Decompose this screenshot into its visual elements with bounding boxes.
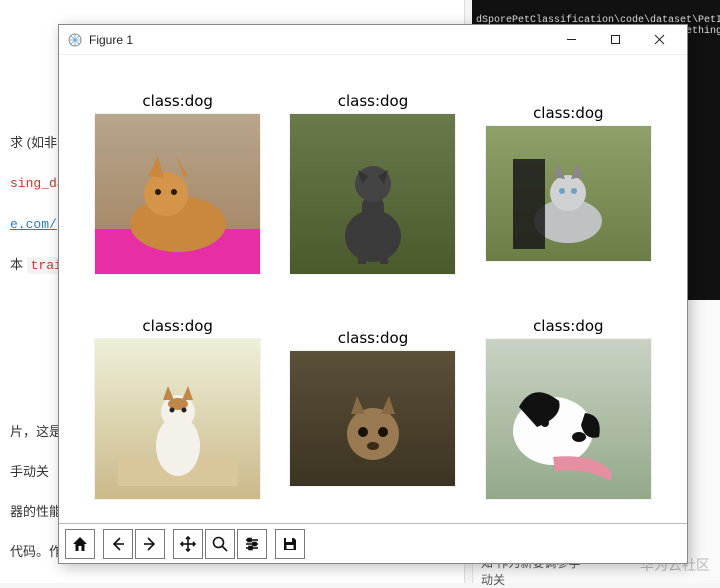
figure-canvas: class:dog class:dog class:dog class:dog xyxy=(59,55,687,523)
home-button[interactable] xyxy=(65,529,95,559)
subplot-image xyxy=(486,339,651,499)
titlebar[interactable]: Figure 1 xyxy=(59,25,687,55)
minimize-button[interactable] xyxy=(549,25,593,55)
subplot-title: class:dog xyxy=(142,92,213,110)
configure-subplots-button[interactable] xyxy=(237,529,267,559)
bg-text: 片，这是 xyxy=(10,424,62,439)
subplot-title: class:dog xyxy=(338,329,409,347)
bg-text: 手动关 xyxy=(10,464,49,479)
maximize-button[interactable] xyxy=(593,25,637,55)
figure-window: Figure 1 class:dog class:dog xyxy=(58,24,688,564)
matplotlib-toolbar xyxy=(59,523,687,563)
subplot-1: class:dog xyxy=(89,92,266,274)
subplot-image xyxy=(95,339,260,499)
close-button[interactable] xyxy=(637,25,681,55)
subplot-6: class:dog xyxy=(480,317,657,499)
save-button[interactable] xyxy=(275,529,305,559)
subplot-image xyxy=(486,126,651,261)
subplot-title: class:dog xyxy=(533,104,604,122)
subplot-title: class:dog xyxy=(142,317,213,335)
forward-button[interactable] xyxy=(135,529,165,559)
subplot-4: class:dog xyxy=(89,317,266,499)
bg-token: sing_da xyxy=(10,176,65,191)
subplot-image xyxy=(95,114,260,274)
subplot-image xyxy=(290,114,455,274)
bg-text: 本 xyxy=(10,257,27,272)
app-icon xyxy=(67,32,83,48)
bg-link: e.com/ xyxy=(10,217,57,232)
back-button[interactable] xyxy=(103,529,133,559)
subplot-5: class:dog xyxy=(284,329,461,486)
subplot-image xyxy=(290,351,455,486)
window-title: Figure 1 xyxy=(89,33,133,47)
subplot-title: class:dog xyxy=(338,92,409,110)
bg-text: 求 (如非 xyxy=(10,135,57,150)
subplot-2: class:dog xyxy=(284,92,461,274)
subplot-title: class:dog xyxy=(533,317,604,335)
bg-text: 器的性能 xyxy=(10,504,62,519)
zoom-button[interactable] xyxy=(205,529,235,559)
pan-button[interactable] xyxy=(173,529,203,559)
subplot-3: class:dog xyxy=(480,104,657,261)
